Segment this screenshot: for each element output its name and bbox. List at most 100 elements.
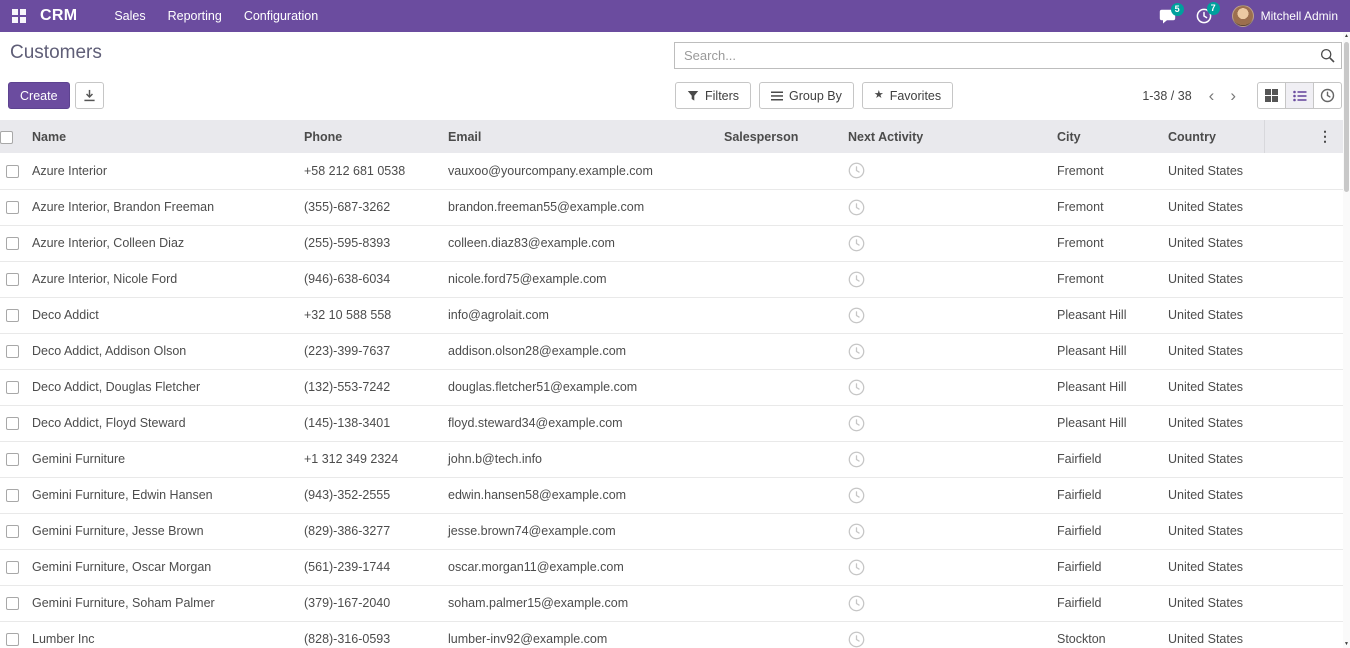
cell-email[interactable]: lumber-inv92@example.com bbox=[440, 621, 716, 648]
cell-salesperson[interactable] bbox=[716, 225, 840, 261]
cell-phone[interactable]: (828)-316-0593 bbox=[296, 621, 440, 648]
cell-email[interactable]: john.b@tech.info bbox=[440, 441, 716, 477]
vertical-scrollbar[interactable]: ▲ ▼ bbox=[1343, 32, 1350, 648]
row-checkbox[interactable] bbox=[6, 381, 19, 394]
row-checkbox[interactable] bbox=[6, 309, 19, 322]
column-header-city[interactable]: City bbox=[1049, 120, 1160, 153]
cell-phone[interactable]: (561)-239-1744 bbox=[296, 549, 440, 585]
favorites-button[interactable]: ★ Favorites bbox=[862, 82, 953, 109]
cell-next-activity[interactable] bbox=[840, 585, 1049, 621]
scroll-down-arrow[interactable]: ▼ bbox=[1343, 640, 1350, 648]
cell-city[interactable]: Fairfield bbox=[1049, 477, 1160, 513]
cell-salesperson[interactable] bbox=[716, 369, 840, 405]
group-by-button[interactable]: Group By bbox=[759, 82, 854, 109]
cell-name[interactable]: Gemini Furniture bbox=[24, 441, 296, 477]
table-row[interactable]: Gemini Furniture, Oscar Morgan (561)-239… bbox=[0, 549, 1343, 585]
cell-salesperson[interactable] bbox=[716, 405, 840, 441]
cell-city[interactable]: Fremont bbox=[1049, 153, 1160, 189]
table-row[interactable]: Gemini Furniture +1 312 349 2324 john.b@… bbox=[0, 441, 1343, 477]
cell-country[interactable]: United States bbox=[1160, 261, 1264, 297]
table-row[interactable]: Deco Addict, Floyd Steward (145)-138-340… bbox=[0, 405, 1343, 441]
cell-next-activity[interactable] bbox=[840, 153, 1049, 189]
cell-salesperson[interactable] bbox=[716, 333, 840, 369]
cell-email[interactable]: soham.palmer15@example.com bbox=[440, 585, 716, 621]
create-button[interactable]: Create bbox=[8, 82, 70, 109]
cell-phone[interactable]: (355)-687-3262 bbox=[296, 189, 440, 225]
row-checkbox[interactable] bbox=[6, 237, 19, 250]
cell-phone[interactable]: (946)-638-6034 bbox=[296, 261, 440, 297]
row-checkbox[interactable] bbox=[6, 417, 19, 430]
activities-button[interactable]: 7 bbox=[1186, 4, 1222, 28]
search-icon[interactable] bbox=[1320, 48, 1335, 68]
cell-country[interactable]: United States bbox=[1160, 297, 1264, 333]
cell-phone[interactable]: (145)-138-3401 bbox=[296, 405, 440, 441]
cell-city[interactable]: Fairfield bbox=[1049, 441, 1160, 477]
cell-next-activity[interactable] bbox=[840, 333, 1049, 369]
cell-name[interactable]: Lumber Inc bbox=[24, 621, 296, 648]
cell-phone[interactable]: +32 10 588 558 bbox=[296, 297, 440, 333]
optional-columns-toggle-icon[interactable]: ⋮ bbox=[1315, 120, 1335, 153]
cell-next-activity[interactable] bbox=[840, 513, 1049, 549]
cell-country[interactable]: United States bbox=[1160, 513, 1264, 549]
cell-name[interactable]: Azure Interior, Brandon Freeman bbox=[24, 189, 296, 225]
cell-phone[interactable]: (255)-595-8393 bbox=[296, 225, 440, 261]
cell-phone[interactable]: (943)-352-2555 bbox=[296, 477, 440, 513]
cell-country[interactable]: United States bbox=[1160, 189, 1264, 225]
cell-email[interactable]: addison.olson28@example.com bbox=[440, 333, 716, 369]
cell-email[interactable]: colleen.diaz83@example.com bbox=[440, 225, 716, 261]
list-view-button[interactable] bbox=[1285, 82, 1314, 109]
row-checkbox[interactable] bbox=[6, 561, 19, 574]
column-header-email[interactable]: Email bbox=[440, 120, 716, 153]
cell-name[interactable]: Deco Addict bbox=[24, 297, 296, 333]
cell-next-activity[interactable] bbox=[840, 549, 1049, 585]
cell-name[interactable]: Gemini Furniture, Oscar Morgan bbox=[24, 549, 296, 585]
cell-salesperson[interactable] bbox=[716, 549, 840, 585]
cell-country[interactable]: United States bbox=[1160, 585, 1264, 621]
cell-email[interactable]: edwin.hansen58@example.com bbox=[440, 477, 716, 513]
cell-salesperson[interactable] bbox=[716, 621, 840, 648]
cell-phone[interactable]: +58 212 681 0538 bbox=[296, 153, 440, 189]
table-row[interactable]: Deco Addict +32 10 588 558 info@agrolait… bbox=[0, 297, 1343, 333]
cell-country[interactable]: United States bbox=[1160, 153, 1264, 189]
cell-next-activity[interactable] bbox=[840, 441, 1049, 477]
cell-city[interactable]: Fairfield bbox=[1049, 585, 1160, 621]
cell-name[interactable]: Gemini Furniture, Soham Palmer bbox=[24, 585, 296, 621]
apps-menu-icon[interactable] bbox=[12, 9, 26, 23]
cell-salesperson[interactable] bbox=[716, 153, 840, 189]
cell-salesperson[interactable] bbox=[716, 297, 840, 333]
cell-name[interactable]: Azure Interior, Colleen Diaz bbox=[24, 225, 296, 261]
column-header-next-activity[interactable]: Next Activity bbox=[840, 120, 1049, 153]
app-name[interactable]: CRM bbox=[40, 7, 77, 25]
cell-city[interactable]: Fremont bbox=[1049, 261, 1160, 297]
cell-phone[interactable]: (829)-386-3277 bbox=[296, 513, 440, 549]
cell-country[interactable]: United States bbox=[1160, 549, 1264, 585]
row-checkbox[interactable] bbox=[6, 597, 19, 610]
cell-country[interactable]: United States bbox=[1160, 477, 1264, 513]
user-menu[interactable]: Mitchell Admin bbox=[1222, 5, 1340, 27]
cell-name[interactable]: Azure Interior, Nicole Ford bbox=[24, 261, 296, 297]
export-button[interactable] bbox=[75, 82, 104, 109]
cell-phone[interactable]: (132)-553-7242 bbox=[296, 369, 440, 405]
cell-city[interactable]: Stockton bbox=[1049, 621, 1160, 648]
cell-email[interactable]: oscar.morgan11@example.com bbox=[440, 549, 716, 585]
column-header-phone[interactable]: Phone bbox=[296, 120, 440, 153]
menu-configuration[interactable]: Configuration bbox=[233, 0, 329, 32]
search-input[interactable] bbox=[674, 42, 1342, 69]
cell-city[interactable]: Fremont bbox=[1049, 225, 1160, 261]
table-row[interactable]: Deco Addict, Addison Olson (223)-399-763… bbox=[0, 333, 1343, 369]
pager-next-button[interactable]: › bbox=[1223, 84, 1243, 108]
cell-next-activity[interactable] bbox=[840, 297, 1049, 333]
cell-phone[interactable]: (223)-399-7637 bbox=[296, 333, 440, 369]
cell-phone[interactable]: (379)-167-2040 bbox=[296, 585, 440, 621]
table-row[interactable]: Gemini Furniture, Edwin Hansen (943)-352… bbox=[0, 477, 1343, 513]
cell-country[interactable]: United States bbox=[1160, 621, 1264, 648]
table-row[interactable]: Azure Interior +58 212 681 0538 vauxoo@y… bbox=[0, 153, 1343, 189]
cell-next-activity[interactable] bbox=[840, 405, 1049, 441]
cell-country[interactable]: United States bbox=[1160, 225, 1264, 261]
table-row[interactable]: Gemini Furniture, Soham Palmer (379)-167… bbox=[0, 585, 1343, 621]
table-row[interactable]: Azure Interior, Colleen Diaz (255)-595-8… bbox=[0, 225, 1343, 261]
cell-city[interactable]: Pleasant Hill bbox=[1049, 333, 1160, 369]
row-checkbox[interactable] bbox=[6, 165, 19, 178]
cell-email[interactable]: douglas.fletcher51@example.com bbox=[440, 369, 716, 405]
cell-salesperson[interactable] bbox=[716, 441, 840, 477]
